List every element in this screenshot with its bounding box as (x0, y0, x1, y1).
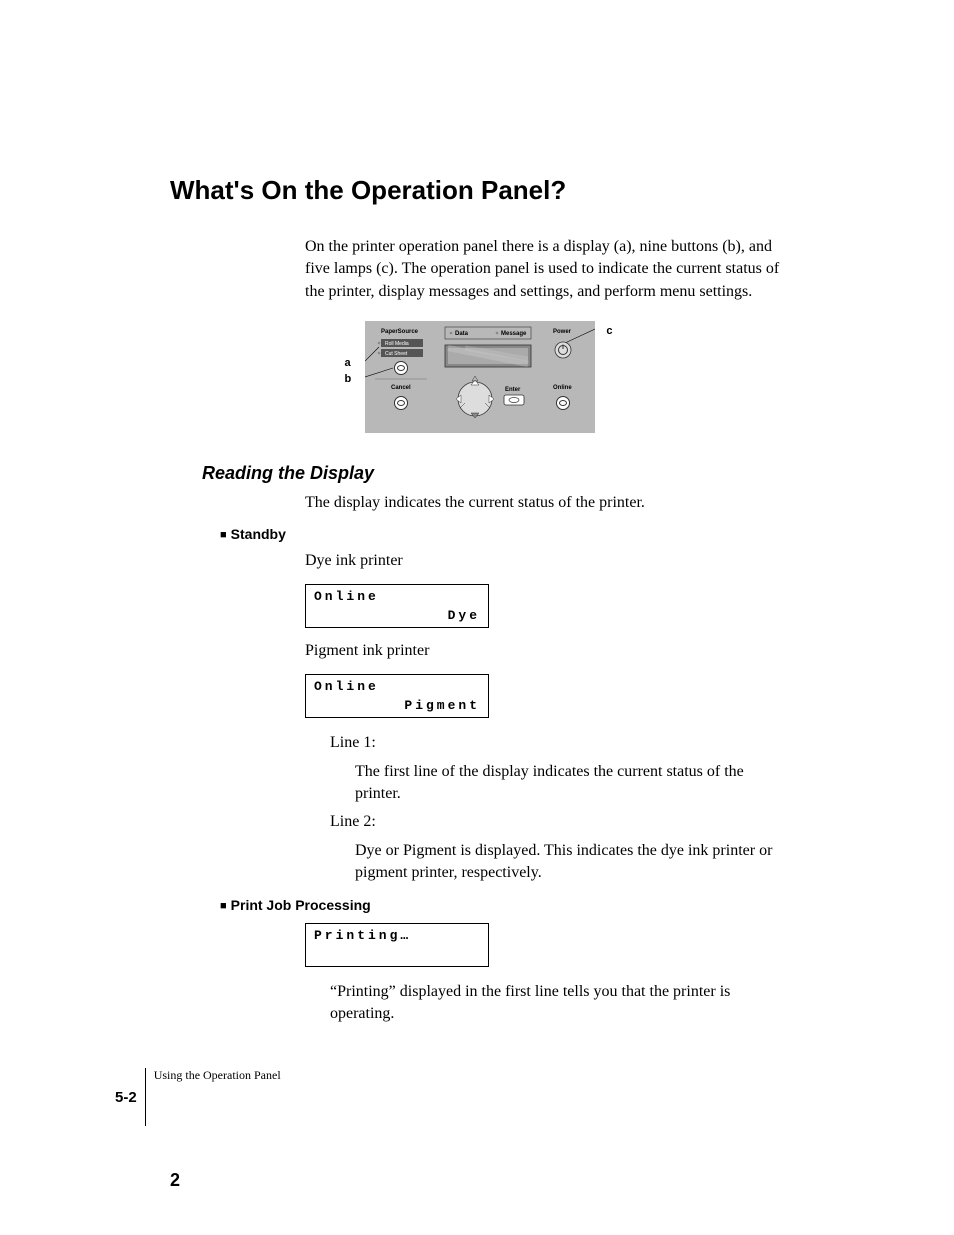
print-job-heading: Print Job Processing (220, 897, 789, 913)
operation-panel-svg: PaperSource Roll Media Cut Sheet Cancel … (365, 321, 595, 433)
enter-label: Enter (505, 387, 521, 393)
lcd-printing: Printing… (305, 923, 489, 967)
intro-paragraph: On the printer operation panel there is … (305, 236, 789, 303)
standby-heading: Standby (220, 526, 789, 542)
pigment-ink-label: Pigment ink printer (305, 642, 789, 660)
footer-page-number: 5-2 (115, 1089, 137, 1106)
power-label: Power (553, 329, 572, 335)
line2-body: Dye or Pigment is displayed. This indica… (355, 840, 789, 885)
cut-sheet-label: Cut Sheet (385, 351, 408, 357)
lcd-dye: Online Dye (305, 584, 489, 628)
sub-paragraph: The display indicates the current status… (305, 494, 789, 512)
roll-media-label: Roll Media (385, 341, 409, 347)
line1-body: The first line of the display indicates … (355, 761, 789, 806)
lcd-pigment-line1: Online (314, 679, 480, 694)
line1-label: Line 1: (330, 732, 789, 754)
callout-a: a (345, 357, 351, 369)
data-label: Data (455, 331, 469, 337)
lcd-dye-line1: Online (314, 589, 480, 604)
lcd-printing-line1: Printing… (314, 928, 480, 943)
callout-c: c (606, 325, 612, 337)
page-title: What's On the Operation Panel? (170, 175, 789, 206)
callout-b: b (345, 373, 352, 385)
online-label: Online (553, 385, 572, 391)
print-body: “Printing” displayed in the first line t… (330, 981, 789, 1026)
page-number-bottom: 2 (170, 1170, 180, 1191)
lcd-dye-line2: Dye (314, 608, 480, 623)
subheading-reading-display: Reading the Display (202, 463, 789, 484)
footer-chapter: Using the Operation Panel (154, 1068, 281, 1083)
lcd-pigment: Online Pigment (305, 674, 489, 718)
operation-panel-figure: a b c PaperSource Roll Media Cut Sheet C… (170, 321, 789, 433)
lcd-pigment-line2: Pigment (314, 698, 480, 713)
footer-divider (145, 1068, 146, 1126)
footer: 5-2 Using the Operation Panel (115, 1068, 281, 1126)
paper-source-label: PaperSource (381, 329, 419, 335)
cancel-label: Cancel (391, 385, 411, 391)
dye-ink-label: Dye ink printer (305, 552, 789, 570)
message-label: Message (501, 331, 527, 337)
line2-label: Line 2: (330, 811, 789, 833)
